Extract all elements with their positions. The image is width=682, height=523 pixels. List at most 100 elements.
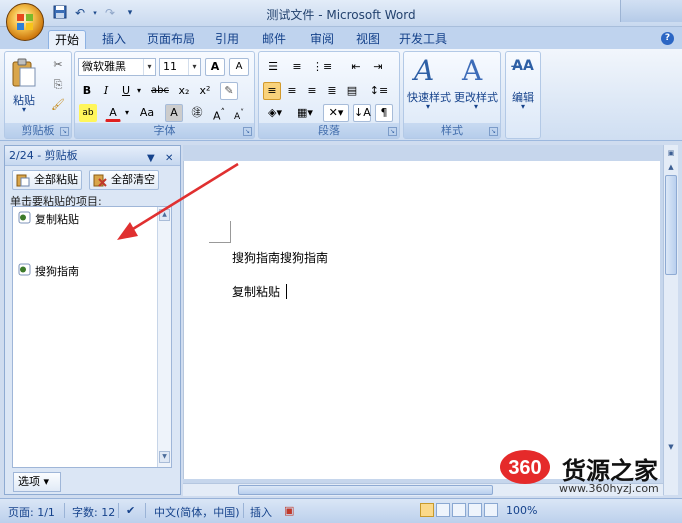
horizontal-scroll-thumb[interactable] — [238, 485, 493, 495]
chevron-down-icon[interactable]: ▾ — [188, 59, 200, 75]
styles-launcher-icon[interactable]: ↘ — [489, 127, 498, 136]
tab-home[interactable]: 开始 — [48, 30, 86, 49]
grow-font-icon[interactable]: A˄ — [210, 104, 228, 123]
distributed-icon[interactable]: ▤ — [343, 82, 361, 100]
align-center-icon[interactable]: ≡ — [283, 82, 301, 100]
grow-font-button[interactable]: A — [205, 58, 225, 76]
options-button[interactable]: 选项 ▾ — [13, 472, 61, 492]
justify-icon[interactable]: ≣ — [323, 82, 341, 100]
chevron-down-icon[interactable]: ▾ — [422, 102, 434, 111]
tab-developer[interactable]: 开发工具 — [397, 30, 449, 49]
enclose-char-icon[interactable]: ㊟ — [188, 104, 206, 122]
close-icon[interactable]: ✕ — [165, 149, 173, 168]
align-right-icon[interactable]: ≡ — [303, 82, 321, 100]
document-line[interactable]: 复制粘贴 — [232, 283, 280, 300]
decrease-indent-icon[interactable]: ⇤ — [347, 58, 365, 76]
font-size-combo[interactable]: 11 ▾ — [159, 58, 201, 76]
insert-mode-indicator[interactable]: 插入 — [250, 504, 272, 520]
tab-references[interactable]: 引用 — [209, 30, 245, 49]
chevron-down-icon[interactable]: ▾ — [143, 59, 155, 75]
cut-icon[interactable]: ✂ — [49, 56, 67, 74]
shading-icon[interactable]: ◈▾ — [263, 104, 287, 122]
tab-page-layout[interactable]: 页面布局 — [145, 30, 197, 49]
bold-button[interactable]: B — [79, 82, 95, 100]
highlight-icon[interactable]: ab — [79, 104, 97, 122]
show-marks-icon[interactable]: ¶ — [375, 104, 393, 122]
vertical-scrollbar[interactable]: ▣ ▲ ▼ — [663, 145, 678, 495]
office-button[interactable] — [6, 3, 44, 41]
paste-all-button[interactable]: 全部粘贴 — [12, 170, 82, 190]
copy-icon[interactable]: ⎘ — [49, 76, 67, 94]
word-count[interactable]: 字数: 12 — [72, 504, 115, 520]
italic-button[interactable]: I — [98, 82, 114, 100]
align-left-icon[interactable]: ≡ — [263, 82, 281, 100]
ruler-toggle-icon[interactable]: ▣ — [665, 147, 677, 159]
borders-icon[interactable]: ▦▾ — [293, 104, 317, 122]
clear-all-button[interactable]: 全部清空 — [89, 170, 159, 190]
underline-button[interactable]: U — [118, 82, 134, 100]
outline-view-icon[interactable] — [468, 503, 482, 517]
sort-icon[interactable]: ↓A — [353, 104, 371, 122]
help-icon[interactable]: ? — [661, 32, 674, 45]
font-color-icon[interactable]: A — [105, 104, 121, 122]
increase-indent-icon[interactable]: ⇥ — [369, 58, 387, 76]
chevron-down-icon[interactable]: ▾ — [517, 102, 529, 111]
paste-all-label: 全部粘贴 — [34, 173, 78, 186]
proofing-icon[interactable]: ✔ — [126, 504, 135, 517]
tab-insert[interactable]: 插入 — [96, 30, 132, 49]
numbering-icon[interactable]: ≡ — [287, 58, 307, 76]
tab-review[interactable]: 审阅 — [304, 30, 340, 49]
full-screen-view-icon[interactable] — [436, 503, 450, 517]
clipboard-item-list[interactable]: 复制粘贴 搜狗指南 ▲ ▼ — [12, 206, 172, 468]
bullets-icon[interactable]: ☰ — [263, 58, 283, 76]
line-spacing-icon[interactable]: ↕≡ — [367, 82, 391, 100]
tab-view[interactable]: 视图 — [350, 30, 386, 49]
change-case-button[interactable]: Aa — [135, 104, 159, 122]
scroll-down-icon[interactable]: ▼ — [159, 451, 170, 463]
change-styles-icon[interactable]: A — [462, 54, 492, 87]
clipboard-item[interactable]: 复制粘贴 — [18, 211, 79, 227]
quick-styles-icon[interactable]: A — [414, 54, 444, 87]
chinese-layout-icon[interactable]: ✕▾ — [323, 104, 349, 122]
font-launcher-icon[interactable]: ↘ — [243, 127, 252, 136]
print-layout-view-icon[interactable] — [420, 503, 434, 517]
document-line[interactable]: 搜狗指南搜狗指南 — [232, 249, 328, 266]
clipboard-item[interactable]: 搜狗指南 — [18, 263, 79, 279]
format-painter-icon[interactable]: 🖌 — [49, 96, 67, 114]
clear-formatting-button[interactable]: A — [229, 58, 249, 76]
font-color-dropdown-icon[interactable]: ▾ — [123, 104, 131, 122]
page-count[interactable]: 页面: 1/1 — [8, 504, 55, 520]
scroll-up-icon[interactable]: ▲ — [665, 161, 677, 173]
clipboard-launcher-icon[interactable]: ↘ — [60, 127, 69, 136]
superscript-button[interactable]: x² — [196, 82, 214, 100]
scroll-up-icon[interactable]: ▲ — [159, 209, 170, 221]
paste-dropdown-icon[interactable]: ▾ — [17, 105, 31, 114]
multilevel-list-icon[interactable]: ⋮≡ — [311, 58, 333, 76]
text-effects-icon[interactable]: ✎ — [220, 82, 238, 100]
title-bar: ↶ ▾ ↷ ▾ 测试文件 - Microsoft Word — [0, 0, 682, 27]
char-shading-icon[interactable]: A — [165, 104, 183, 122]
strikethrough-button[interactable]: abc — [148, 82, 172, 100]
window-controls[interactable] — [620, 0, 682, 22]
paste-icon[interactable] — [11, 58, 37, 88]
pane-menu-icon[interactable]: ▼ — [147, 149, 155, 168]
tab-mailings[interactable]: 邮件 — [256, 30, 292, 49]
draft-view-icon[interactable] — [484, 503, 498, 517]
paragraph-group-label: 段落 — [259, 123, 399, 138]
web-layout-view-icon[interactable] — [452, 503, 466, 517]
zoom-level[interactable]: 100% — [506, 504, 537, 517]
font-name-combo[interactable]: 微软雅黑 ▾ — [78, 58, 156, 76]
word-clip-icon — [18, 263, 31, 276]
find-icon[interactable]: A̶A — [512, 58, 534, 78]
styles-group: A 快速样式 ▾ A 更改样式 ▾ 样式 ↘ — [403, 51, 501, 139]
shrink-font-button[interactable]: A˅ — [230, 104, 248, 122]
document-page[interactable]: 搜狗指南搜狗指南 复制粘贴 — [183, 161, 660, 479]
language-indicator[interactable]: 中文(简体，中国) — [154, 504, 240, 520]
paragraph-launcher-icon[interactable]: ↘ — [388, 127, 397, 136]
chevron-down-icon[interactable]: ▾ — [470, 102, 482, 111]
scroll-thumb[interactable] — [665, 175, 677, 275]
underline-dropdown-icon[interactable]: ▾ — [135, 82, 143, 100]
subscript-button[interactable]: x₂ — [175, 82, 193, 100]
clipboard-list-scrollbar[interactable]: ▲ ▼ — [157, 207, 171, 467]
macro-record-icon[interactable]: ▣ — [284, 504, 294, 517]
